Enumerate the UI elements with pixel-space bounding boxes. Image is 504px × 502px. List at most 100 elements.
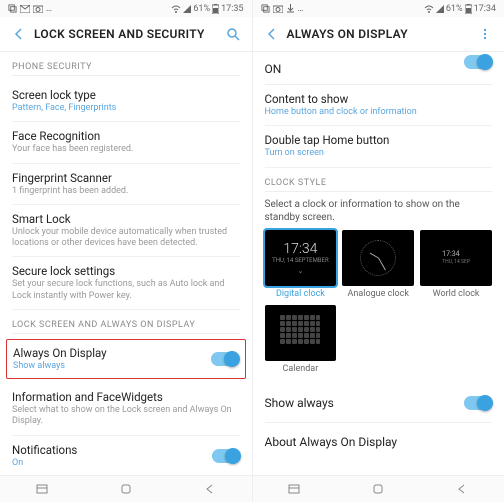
nav-home-icon[interactable] xyxy=(371,482,385,496)
battery-icon xyxy=(465,4,472,14)
search-icon[interactable] xyxy=(224,25,242,43)
clock-digital[interactable]: 17:34 THU, 14 SEPTEMBER ⌄ Digital clock xyxy=(265,230,337,299)
item-title: Content to show xyxy=(265,92,493,106)
signal-icon xyxy=(436,5,444,13)
preview-date: THU, 14 SEP xyxy=(442,259,470,265)
on-label: ON xyxy=(265,62,282,76)
clock-label: Digital clock xyxy=(265,289,337,299)
item-title: About Always On Display xyxy=(265,435,493,449)
item-title: Secure lock settings xyxy=(12,264,240,278)
item-sub: Home button and clock or information xyxy=(265,107,493,118)
item-notifications[interactable]: Notifications On xyxy=(12,436,240,476)
item-about-aod[interactable]: About Always On Display xyxy=(265,423,493,461)
highlight-aod: Always On Display Show always xyxy=(6,339,246,379)
statusbar-left: … 61% 17:35 xyxy=(0,0,252,17)
clock-analogue[interactable]: Analogue clock xyxy=(342,230,414,299)
item-content-to-show[interactable]: Content to show Home button and clock or… xyxy=(265,85,493,126)
content-right: ON Content to show Home button and clock… xyxy=(253,52,504,475)
signal-icon xyxy=(183,5,191,13)
item-smart-lock[interactable]: Smart Lock Unlock your mobile device aut… xyxy=(12,205,240,258)
clock-preview-world: 17:34 THU, 14 SEP xyxy=(420,230,492,286)
item-title: Show always xyxy=(265,396,493,410)
tab-icon xyxy=(8,4,17,13)
nav-home-icon[interactable] xyxy=(119,482,133,496)
phone-left: … 61% 17:35 LOCK SCREEN AND SECURITY PHO… xyxy=(0,0,253,502)
item-sub: Select what to show on the Lock screen a… xyxy=(12,405,240,428)
status-more-dots: … xyxy=(298,4,304,14)
toggle-on[interactable] xyxy=(464,55,492,69)
item-screen-lock-type[interactable]: Screen lock type Pattern, Face, Fingerpr… xyxy=(12,81,240,122)
preview-time: 17:34 xyxy=(442,250,470,258)
calendar-grid-icon xyxy=(280,315,320,351)
status-more-dots: … xyxy=(46,4,52,14)
analogue-face-icon xyxy=(360,240,396,276)
item-title: Face Recognition xyxy=(12,129,240,143)
item-title: Information and FaceWidgets xyxy=(12,390,240,404)
more-icon[interactable] xyxy=(476,25,494,43)
clock-calendar[interactable]: Calendar xyxy=(265,305,337,374)
section-lockscreen-aod: LOCK SCREEN AND ALWAYS ON DISPLAY xyxy=(12,320,240,334)
nav-recents-icon[interactable] xyxy=(35,482,49,496)
battery-text-left: 61% xyxy=(193,4,210,14)
clock-preview-analogue xyxy=(342,230,414,286)
item-sub: 1 fingerprint has been added. xyxy=(12,186,240,197)
toggle-show-always[interactable] xyxy=(464,396,492,410)
nav-back-icon[interactable] xyxy=(455,482,469,496)
item-sub: Your face has been registered. xyxy=(12,144,240,155)
battery-text-right: 61% xyxy=(446,4,463,14)
phone-right: … 61% 17:34 ALWAYS ON DISPLAY ON Content… xyxy=(253,0,504,502)
item-double-tap-home[interactable]: Double tap Home button Turn on screen xyxy=(265,126,493,167)
download-icon xyxy=(286,4,295,13)
navbar-right xyxy=(253,475,504,502)
mail-icon xyxy=(20,5,30,13)
header-title-right: ALWAYS ON DISPLAY xyxy=(287,27,477,41)
wifi-icon xyxy=(424,5,434,13)
clock-row-2: Calendar xyxy=(265,305,493,374)
preview-time: 17:34 xyxy=(272,241,328,257)
item-sub: Set your secure lock functions, such as … xyxy=(12,279,240,302)
toggle-notifications[interactable] xyxy=(212,449,240,463)
wifi-icon xyxy=(171,5,181,13)
camera-icon xyxy=(273,5,283,13)
header-right: ALWAYS ON DISPLAY xyxy=(253,17,504,52)
item-sub: Unlock your mobile device automatically … xyxy=(12,227,240,250)
clock-preview-digital: 17:34 THU, 14 SEPTEMBER ⌄ xyxy=(265,230,337,286)
item-show-always[interactable]: Show always xyxy=(265,384,493,423)
camera-icon xyxy=(33,5,43,13)
item-sub: On xyxy=(12,458,240,469)
statusbar-right: … 61% 17:34 xyxy=(253,0,504,17)
clock-style-descr: Select a clock or information to show on… xyxy=(265,198,493,224)
clock-text-right: 17:34 xyxy=(474,4,496,14)
clock-label: Calendar xyxy=(265,364,337,374)
nav-back-icon[interactable] xyxy=(203,482,217,496)
section-clock-style: CLOCK STYLE xyxy=(265,178,493,192)
clock-world[interactable]: 17:34 THU, 14 SEP World clock xyxy=(420,230,492,299)
item-always-on-display[interactable]: Always On Display Show always xyxy=(13,346,239,372)
back-icon[interactable] xyxy=(10,25,28,43)
clock-text-left: 17:35 xyxy=(221,4,243,14)
item-information-facewidgets[interactable]: Information and FaceWidgets Select what … xyxy=(12,383,240,436)
navbar-left xyxy=(0,475,252,502)
header-title-left: LOCK SCREEN AND SECURITY xyxy=(34,27,224,41)
item-face-recognition[interactable]: Face Recognition Your face has been regi… xyxy=(12,122,240,163)
toggle-aod[interactable] xyxy=(211,352,239,366)
item-sub: Pattern, Face, Fingerprints xyxy=(12,103,240,114)
content-left: PHONE SECURITY Screen lock type Pattern,… xyxy=(0,52,252,475)
item-on-master[interactable]: ON xyxy=(265,52,493,85)
item-title: Always On Display xyxy=(13,346,239,360)
clock-row-1: 17:34 THU, 14 SEPTEMBER ⌄ Digital clock … xyxy=(265,230,493,299)
clock-preview-calendar xyxy=(265,305,337,361)
item-title: Notifications xyxy=(12,443,240,457)
chevron-down-icon: ⌄ xyxy=(272,267,328,275)
clock-label: World clock xyxy=(420,289,492,299)
item-sub: Turn on screen xyxy=(265,148,493,159)
item-title: Fingerprint Scanner xyxy=(12,171,240,185)
item-sub: Show always xyxy=(13,361,239,372)
nav-recents-icon[interactable] xyxy=(287,482,301,496)
back-icon[interactable] xyxy=(263,25,281,43)
item-fingerprint-scanner[interactable]: Fingerprint Scanner 1 fingerprint has be… xyxy=(12,164,240,205)
item-secure-lock-settings[interactable]: Secure lock settings Set your secure loc… xyxy=(12,257,240,310)
item-title: Double tap Home button xyxy=(265,133,493,147)
preview-date: THU, 14 SEPTEMBER xyxy=(272,257,328,264)
item-title: Smart Lock xyxy=(12,212,240,226)
